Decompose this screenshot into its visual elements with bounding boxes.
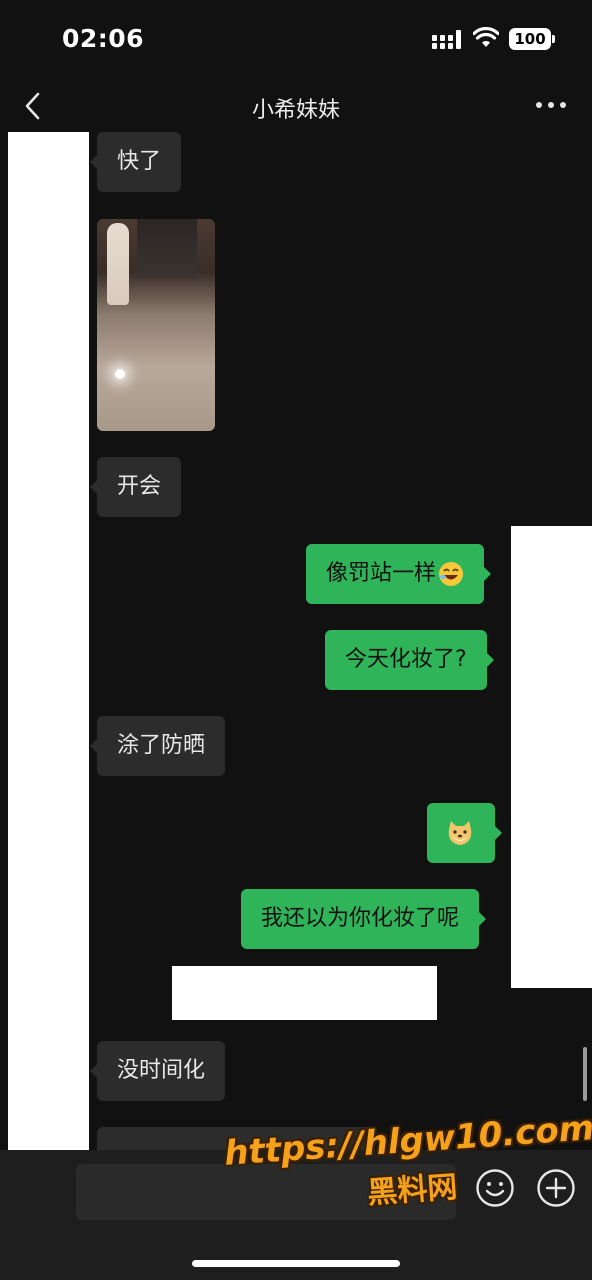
message-text: 没时间化	[117, 1058, 206, 1083]
watermark-url: https://hlgw10.com	[222, 1108, 592, 1174]
chat-title: 小希妹妹	[251, 98, 340, 123]
message-bubble-received[interactable]: 开会	[89, 457, 182, 517]
message-bubble-sent[interactable]: 像罚站一样	[306, 544, 492, 604]
cellular-signal-icon	[432, 30, 461, 49]
image-message[interactable]	[97, 219, 215, 431]
redacted-area	[511, 526, 592, 988]
message-text: 我还以为你化妆了呢	[261, 906, 460, 931]
status-clock: 02:06	[62, 24, 145, 53]
message-list[interactable]: 快了 开会 像罚站一样 今天化妆了? 涂了防晒 我还以为你化妆了呢 没时间化	[0, 132, 592, 1150]
message-text: 像罚站一样	[326, 561, 437, 586]
scrollbar-thumb[interactable]	[583, 1047, 587, 1101]
message-text: 开会	[117, 474, 162, 499]
message-bubble-sent[interactable]: 今天化妆了?	[325, 630, 494, 690]
sticker-message[interactable]	[427, 803, 502, 863]
redacted-area	[172, 966, 437, 1020]
doge-emoji-icon	[448, 821, 472, 845]
more-dots-icon[interactable]	[534, 92, 568, 118]
wifi-icon	[473, 27, 499, 47]
message-bubble-sent[interactable]: 我还以为你化妆了呢	[241, 889, 487, 949]
laughing-emoji-icon	[439, 562, 464, 586]
status-bar: 02:06 100	[0, 0, 592, 80]
message-bubble-received[interactable]: 涂了防晒	[89, 716, 226, 776]
chat-header: 小希妹妹	[0, 80, 592, 132]
message-bubble-received[interactable]: 没时间化	[89, 1041, 226, 1101]
redacted-area	[8, 132, 89, 1150]
message-text: 今天化妆了?	[345, 647, 467, 672]
battery-indicator: 100	[509, 28, 555, 50]
message-bubble-received[interactable]: 快了	[89, 132, 182, 192]
home-indicator[interactable]	[192, 1260, 400, 1267]
message-text: 快了	[117, 149, 162, 174]
watermark-name: 黑料网	[366, 1169, 459, 1211]
message-text: 涂了防晒	[117, 733, 206, 758]
